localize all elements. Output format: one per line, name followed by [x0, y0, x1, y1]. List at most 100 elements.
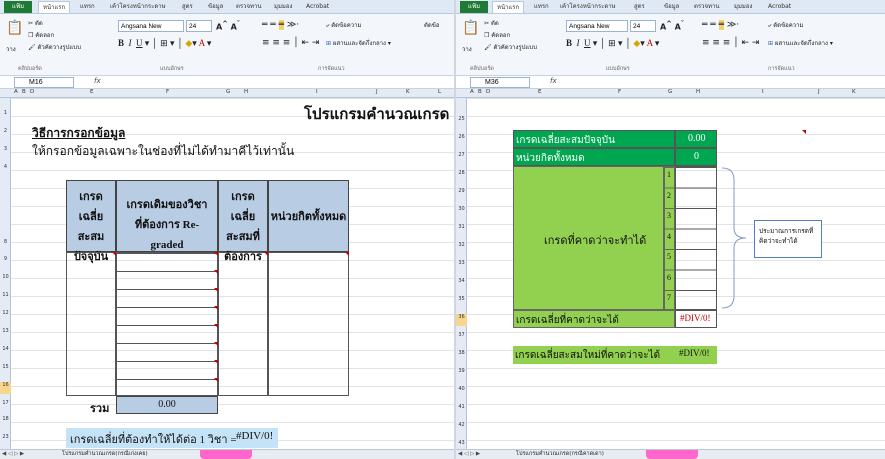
comment-indicator: [112, 252, 116, 256]
cut-button[interactable]: ✂ ตัด: [28, 18, 43, 28]
bold-italic-underline-buttons[interactable]: B I U ▾ │ ⊞ ▾ │ ◆▾ A ▾: [118, 38, 211, 49]
font-size-box[interactable]: 24: [630, 20, 656, 32]
alignment-group-label: การจัดแนว: [768, 66, 795, 72]
input-target-gpax[interactable]: [218, 252, 268, 396]
input-total-credits[interactable]: [268, 252, 349, 396]
tab-data[interactable]: ข้อมูล: [208, 1, 223, 13]
merge-center-button[interactable]: ⊞ ผสานและจัดกึ่งกลาง ▾: [768, 38, 833, 48]
formula-bar: M36 fx: [456, 76, 885, 89]
scissors-icon: ✂: [28, 20, 35, 27]
sheet-tab-pink[interactable]: [646, 450, 698, 459]
column-headers: A B D E F G H I J K: [456, 89, 885, 98]
sheet-tab-regrade[interactable]: โปรแกรมคำนวณเกรด(กรณีเก่งเคย): [58, 450, 152, 459]
gpax-value-cell: 0.00: [675, 130, 717, 148]
copy-button[interactable]: ❐ คัดลอก: [484, 30, 510, 40]
formula-bar: M16 fx: [0, 76, 454, 89]
ribbon-home: 📋 วาง ✂ ตัด ❐ คัดลอก 🖌 ตัวคัดวางรูปแบบ ค…: [456, 14, 885, 76]
merge-center-button[interactable]: ⊞ ผสานและจัดกึ่งกลาง ▾: [326, 38, 391, 48]
wrap-text-button[interactable]: ⤶ ตัดข้อความ: [768, 20, 804, 30]
comment-indicator: [214, 360, 218, 364]
wrap-text-button[interactable]: ⤶ ตัดข้อความ: [326, 20, 362, 30]
column-headers: A B D E F G H I J K L: [0, 89, 454, 98]
merge-icon: ⊞: [768, 40, 775, 47]
credits-value-cell: 0: [675, 148, 717, 166]
tab-acrobat[interactable]: Acrobat: [306, 1, 329, 13]
bold-italic-underline-buttons[interactable]: B I U ▾ │ ⊞ ▾ │ ◆▾ A ▾: [566, 38, 659, 49]
credits-label-cell: หน่วยกิตทั้งหมด: [513, 148, 675, 166]
align-buttons[interactable]: ≡ ≡ ≡ │ ⇤ ⇥: [702, 38, 759, 48]
tab-page-layout[interactable]: เค้าโครงหน้ากระดาษ: [560, 1, 616, 13]
comment-indicator: [214, 270, 218, 274]
tab-view[interactable]: มุมมอง: [274, 1, 292, 13]
fx-icon[interactable]: fx: [94, 77, 101, 85]
sum-label: รวม: [90, 403, 110, 415]
name-box[interactable]: M36: [470, 77, 530, 88]
sheet-tab-bar: ◀ ◁ ▷ ▶ โปรแกรมคำนวณเกรด(กรณีเก่งเคย): [0, 449, 454, 459]
right-excel-window: แฟ้ม หน้าแรก แทรก เค้าโครงหน้ากระดาษ สูต…: [456, 0, 885, 459]
name-box[interactable]: M16: [14, 77, 74, 88]
sheet-tab-estimate[interactable]: โปรแกรมคำนวณเกรด(กรณีคาดเดา): [512, 450, 608, 459]
paste-button[interactable]: วาง: [462, 44, 472, 54]
instruction-text: ให้กรอกข้อมูลเฉพาะในช่องที่ไม่ได้ทำมาคีไ…: [32, 144, 295, 158]
sheet-nav-arrows[interactable]: ◀ ◁ ▷ ▶: [458, 451, 480, 457]
file-tab[interactable]: แฟ้ม: [4, 1, 32, 13]
align-buttons[interactable]: ≡ ≡ ≡ │ ⇤ ⇥: [262, 38, 319, 48]
input-current-gpax[interactable]: [66, 252, 116, 396]
tab-insert[interactable]: แทรก: [534, 1, 549, 13]
comment-indicator: [802, 130, 806, 134]
paste-button[interactable]: วาง: [6, 44, 16, 54]
tab-formulas[interactable]: สูตร: [634, 1, 645, 13]
estimate-note-box: ประมาณการเกรดที่คิดว่าจะทำได้: [754, 220, 822, 258]
sheet-tab-pink[interactable]: [200, 450, 252, 459]
tab-home[interactable]: หน้าแรก: [492, 1, 525, 13]
comment-indicator: [214, 306, 218, 310]
comment-indicator: [264, 252, 268, 256]
font-group-label: แบบอักษร: [606, 66, 630, 72]
tab-review[interactable]: ตรวจทาน: [694, 1, 719, 13]
alignment-group-label: การจัดแนว: [318, 66, 345, 72]
result-value: #DIV/0!: [236, 430, 274, 442]
tab-acrobat[interactable]: Acrobat: [768, 1, 791, 13]
align-top-icons[interactable]: ═ ═ ═ ≫·: [262, 20, 299, 30]
tab-insert[interactable]: แทรก: [80, 1, 95, 13]
tab-view[interactable]: มุมมอง: [734, 1, 752, 13]
tab-page-layout[interactable]: เค้าโครงหน้ากระดาษ: [110, 1, 166, 13]
sheet-nav-arrows[interactable]: ◀ ◁ ▷ ▶: [2, 451, 24, 457]
cut-button[interactable]: ✂ ตัด: [484, 18, 499, 28]
header-regrade: เกรดเดิมของวิชาที่ต้องการ Re-graded: [116, 180, 218, 252]
ribbon-tab-strip: แฟ้ม หน้าแรก แทรก เค้าโครงหน้ากระดาษ สูต…: [456, 0, 885, 14]
grow-font-icon[interactable]: A^ Aˇ: [216, 20, 240, 32]
howto-heading: วิธีการกรอกข้อมูล: [32, 126, 126, 140]
input-regrade-list[interactable]: [116, 252, 218, 396]
tab-home[interactable]: หน้าแรก: [38, 1, 71, 13]
comment-indicator: [214, 342, 218, 346]
ribbon-tab-strip: แฟ้ม หน้าแรก แทรก เค้าโครงหน้ากระดาษ สูต…: [0, 0, 454, 14]
new-gpax-row: เกรดเฉลี่ยสะสมใหม่ที่คาดว่าจะได้ #DIV/0!: [513, 346, 717, 364]
tab-review[interactable]: ตรวจทาน: [236, 1, 261, 13]
wrap-text-truncated[interactable]: ตัดข้อ: [424, 20, 440, 30]
comment-indicator: [214, 288, 218, 292]
format-painter-button[interactable]: 🖌 ตัวคัดวางรูปแบบ: [484, 42, 537, 52]
comment-indicator: [214, 324, 218, 328]
merge-icon: ⊞: [326, 40, 333, 47]
paste-icon[interactable]: 📋: [6, 20, 23, 36]
tab-formulas[interactable]: สูตร: [182, 1, 193, 13]
file-tab[interactable]: แฟ้ม: [460, 1, 488, 13]
sum-value-cell: 0.00: [116, 396, 218, 414]
align-top-icons[interactable]: ═ ═ ═ ≫·: [702, 20, 739, 30]
paste-icon[interactable]: 📋: [462, 20, 479, 36]
format-painter-button[interactable]: 🖌 ตัวคัดวางรูปแบบ: [28, 42, 81, 52]
expected-avg-value-cell: #DIV/0!: [675, 310, 717, 328]
expected-grade-inputs[interactable]: [675, 166, 717, 310]
copy-button[interactable]: ❐ คัดลอก: [28, 30, 54, 40]
gpax-label-cell: เกรดเฉลี่ยสะสมปัจจุบัน: [513, 130, 675, 148]
font-name-box[interactable]: Angsana New: [118, 20, 184, 32]
grow-font-icon[interactable]: A^ Aˇ: [660, 20, 684, 32]
header-target-gpax: เกรดเฉลี่ยสะสมที่ต้องการ: [218, 180, 268, 263]
scissors-icon: ✂: [484, 20, 491, 27]
tab-data[interactable]: ข้อมูล: [664, 1, 679, 13]
result-label: เกรดเฉลี่ยที่ต้องทำให้ได้ต่อ 1 วิชา =: [70, 434, 237, 446]
font-size-box[interactable]: 24: [186, 20, 212, 32]
fx-icon[interactable]: fx: [550, 77, 557, 85]
font-name-box[interactable]: Angsana New: [566, 20, 628, 32]
